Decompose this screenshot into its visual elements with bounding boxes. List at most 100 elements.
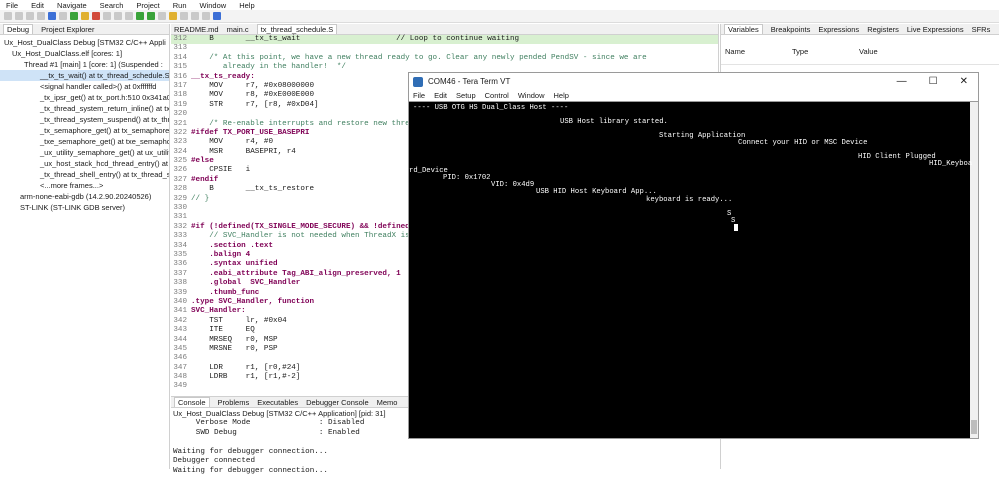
terminal-scroll-thumb[interactable] xyxy=(971,420,977,434)
teraterm-terminal[interactable]: ---- USB OTG HS Dual_Class Host ---- USB … xyxy=(408,101,979,439)
code-text: .eabi_attribute Tag_ABI_align_preserved,… xyxy=(191,269,401,278)
tt-menu-file[interactable]: File xyxy=(413,91,425,100)
tab-memory[interactable]: Memo xyxy=(377,398,398,407)
tab-debugger-console[interactable]: Debugger Console xyxy=(306,398,369,407)
tt-menu-setup[interactable]: Setup xyxy=(456,91,476,100)
step-over-icon[interactable] xyxy=(114,12,122,20)
tt-menu-edit[interactable]: Edit xyxy=(434,91,447,100)
menu-run[interactable]: Run xyxy=(173,1,187,10)
tab-project-explorer[interactable]: Project Explorer xyxy=(41,25,94,34)
tab-variables[interactable]: Variables xyxy=(724,24,763,34)
tab-main-c[interactable]: main.c xyxy=(227,25,249,34)
terminal-line: Starting Application xyxy=(659,132,746,140)
forward-icon[interactable] xyxy=(202,12,210,20)
tree-item-more-frames[interactable]: <...more frames...> xyxy=(0,180,169,191)
tree-item-frame-2[interactable]: _tx_ipsr_get() at tx_port.h:510 0x341a0 xyxy=(0,92,169,103)
tab-breakpoints[interactable]: Breakpoints xyxy=(771,25,811,34)
tree-item-elf[interactable]: Ux_Host_DualClass.elf [cores: 1] xyxy=(0,48,169,59)
tab-tx-thread-schedule[interactable]: tx_thread_schedule.S xyxy=(256,24,338,34)
code-text: LDRB r1, [r1,#-2] xyxy=(191,373,301,382)
menu-search[interactable]: Search xyxy=(100,1,124,10)
line-number: 340 xyxy=(173,297,187,306)
suspend-icon[interactable] xyxy=(81,12,89,20)
tab-readme[interactable]: README.md xyxy=(174,25,219,34)
menu-bar: File Edit Navigate Search Project Run Wi… xyxy=(0,0,999,10)
terminal-line: VID: 0x4d9 xyxy=(491,181,535,189)
debug-view: Debug Project Explorer Ux_Host_DualClass… xyxy=(0,24,170,469)
line-number: 324 xyxy=(173,147,187,156)
tab-registers[interactable]: Registers xyxy=(867,25,899,34)
tab-live-expressions[interactable]: Live Expressions xyxy=(907,25,964,34)
tab-debug[interactable]: Debug xyxy=(3,24,34,34)
col-name[interactable]: Name xyxy=(725,47,792,64)
menu-window[interactable]: Window xyxy=(200,1,227,10)
resume-icon[interactable] xyxy=(70,12,78,20)
annotation-next-icon[interactable] xyxy=(180,12,188,20)
print-icon[interactable] xyxy=(37,12,45,20)
debug-icon[interactable] xyxy=(136,12,144,20)
tt-menu-help[interactable]: Help xyxy=(554,91,569,100)
terminate-icon[interactable] xyxy=(92,12,100,20)
step-into-icon[interactable] xyxy=(103,12,111,20)
menu-navigate[interactable]: Navigate xyxy=(57,1,87,10)
info-icon[interactable] xyxy=(213,12,221,20)
tree-item-frame-4[interactable]: _tx_thread_system_suspend() at tx_thre xyxy=(0,114,169,125)
external-tools-icon[interactable] xyxy=(158,12,166,20)
menu-project[interactable]: Project xyxy=(136,1,159,10)
tab-console[interactable]: Console xyxy=(174,397,210,407)
col-type[interactable]: Type xyxy=(792,47,859,64)
build-icon[interactable] xyxy=(48,12,56,20)
tree-item-frame-6[interactable]: _txe_semaphore_get() at txe_semaphore xyxy=(0,136,169,147)
terminal-line: HID_Keyboa xyxy=(929,160,973,168)
tab-executables[interactable]: Executables xyxy=(257,398,298,407)
code-text: MRSNE r0, PSP xyxy=(191,344,278,353)
tab-sfrs[interactable]: SFRs xyxy=(972,25,991,34)
tree-item-frame-7[interactable]: _ux_utility_semaphore_get() at ux_utilit… xyxy=(0,147,169,158)
menu-help[interactable]: Help xyxy=(239,1,254,10)
code-line[interactable]: 312 B __tx_ts_wait // Loop to continue w… xyxy=(171,35,718,45)
terminal-line: keyboard is ready... xyxy=(646,196,733,204)
line-number: 338 xyxy=(173,279,187,288)
col-value[interactable]: Value xyxy=(859,47,878,64)
tree-item-gdb[interactable]: arm-none-eabi-gdb (14.2.90.20240526) xyxy=(0,191,169,202)
code-line[interactable]: 313 xyxy=(171,44,718,53)
maximize-icon[interactable]: ☐ xyxy=(929,76,938,87)
terminal-line: Connect your HID or MSC Device xyxy=(738,139,868,147)
terminal-scrollbar[interactable] xyxy=(970,102,978,438)
tree-item-frame-1[interactable]: <signal handler called>() at 0xffffffd xyxy=(0,81,169,92)
tree-item-thread[interactable]: Thread #1 [main] 1 [core: 1] (Suspended … xyxy=(0,59,169,70)
back-icon[interactable] xyxy=(191,12,199,20)
tree-item-frame-5[interactable]: _tx_semaphore_get() at tx_semaphore_g xyxy=(0,125,169,136)
step-return-icon[interactable] xyxy=(125,12,133,20)
tree-item-frame-8[interactable]: _ux_host_stack_hcd_thread_entry() at ux xyxy=(0,158,169,169)
line-number: 328 xyxy=(173,185,187,194)
skip-breakpoints-icon[interactable] xyxy=(59,12,67,20)
code-text: TST lr, #0x04 xyxy=(191,316,287,325)
minimize-icon[interactable]: — xyxy=(897,76,907,87)
line-number: 331 xyxy=(173,213,187,222)
search-icon[interactable] xyxy=(169,12,177,20)
teraterm-titlebar[interactable]: COM46 - Tera Term VT — ☐ ✕ xyxy=(408,72,979,90)
save-all-icon[interactable] xyxy=(26,12,34,20)
new-icon[interactable] xyxy=(4,12,12,20)
line-number: 319 xyxy=(173,100,187,109)
tree-item-stlink[interactable]: ST-LINK (ST-LINK GDB server) xyxy=(0,202,169,213)
tt-menu-window[interactable]: Window xyxy=(518,91,545,100)
menu-edit[interactable]: Edit xyxy=(31,1,44,10)
tree-item-frame-0[interactable]: __tx_ts_wait() at tx_thread_schedule.S:3… xyxy=(0,70,169,81)
tree-item-launch[interactable]: Ux_Host_DualClass Debug [STM32 C/C++ App… xyxy=(0,37,169,48)
run-icon[interactable] xyxy=(147,12,155,20)
menu-file[interactable]: File xyxy=(6,1,18,10)
tt-menu-control[interactable]: Control xyxy=(485,91,509,100)
terminal-line: PID: 0x1702 xyxy=(443,174,491,182)
line-number: 344 xyxy=(173,335,187,344)
code-text: already in the handler! */ xyxy=(191,63,346,72)
tree-item-frame-3[interactable]: _tx_thread_system_return_inline() at tx_… xyxy=(0,103,169,114)
tab-problems[interactable]: Problems xyxy=(218,398,250,407)
close-icon[interactable]: ✕ xyxy=(960,76,968,87)
tree-item-frame-9[interactable]: _tx_thread_shell_entry() at tx_thread_sh xyxy=(0,169,169,180)
line-number: 327 xyxy=(173,175,187,184)
save-icon[interactable] xyxy=(15,12,23,20)
tab-expressions[interactable]: Expressions xyxy=(818,25,859,34)
code-line[interactable]: 314 /* At this point, we have a new thre… xyxy=(171,54,718,63)
